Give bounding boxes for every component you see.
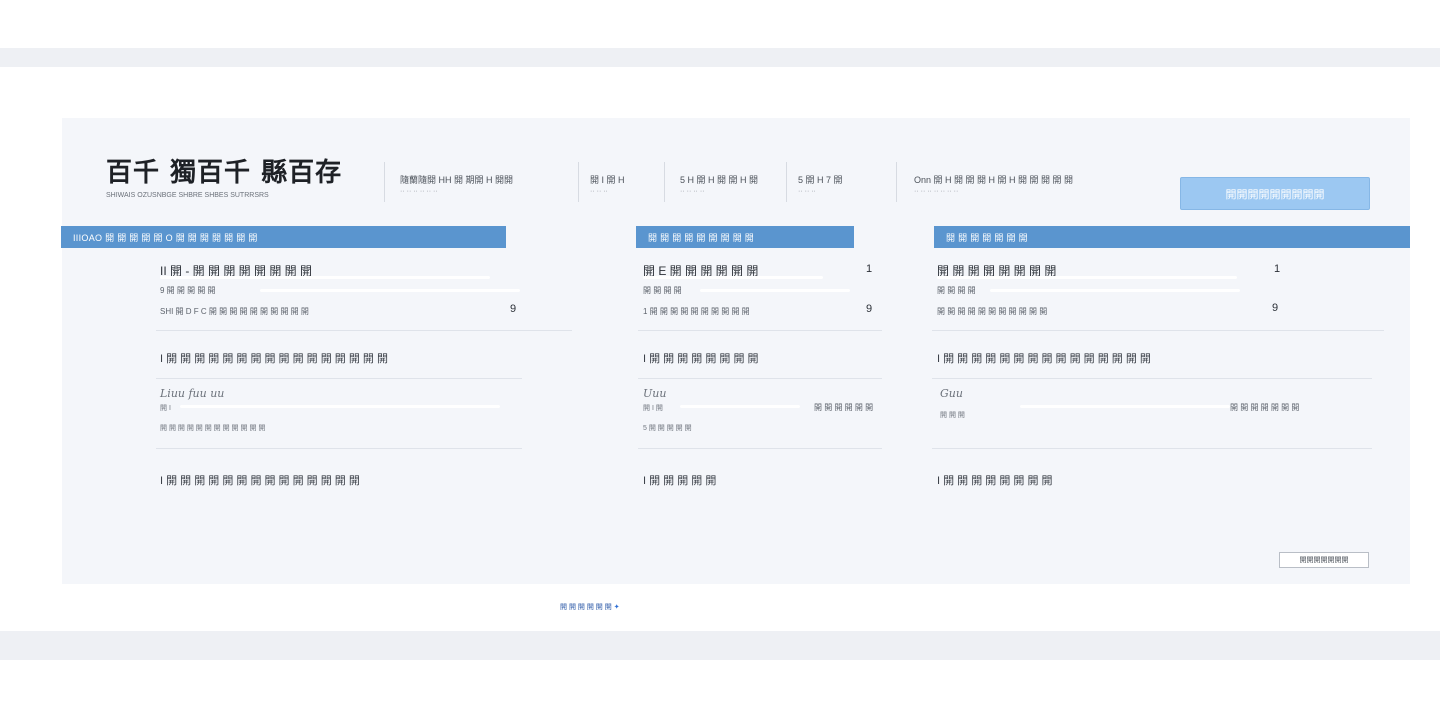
meta-item-1: 隨蘭隨開 HH 開 期開 H 開開 ·· ·· ·· ·· ·· ·· <box>400 174 513 198</box>
divider <box>156 330 572 331</box>
meta-subline: ·· ·· ·· <box>590 188 608 195</box>
record-count: 1 <box>1274 263 1281 275</box>
divider <box>932 448 1372 449</box>
meta-subline: ·· ·· ·· ·· <box>680 188 705 195</box>
record-detail: 開 開 開 開 <box>937 286 976 295</box>
record-value: 9 <box>510 303 517 315</box>
column-header-2: 開 開 開 開 開 開 開 開 開 <box>636 226 854 248</box>
divider <box>156 448 522 449</box>
section-heading: I 開 開 開 開 開 <box>643 475 717 487</box>
signature: Uuu <box>643 387 667 400</box>
signature-detail: 開 開 開 開 開 開 開 開 開 開 開 開 <box>160 425 266 432</box>
column-header-1: IIIOAO 開 開 開 開 開 O 開 開 開 開 開 開 開 <box>61 226 506 248</box>
record-value: 9 <box>1272 302 1279 314</box>
meta-line: 開 I 開 H <box>590 175 625 185</box>
footer-button[interactable]: 開開開開開開開 <box>1279 552 1369 568</box>
meta-subline: ·· ·· ·· <box>798 188 816 195</box>
progress-track <box>937 276 1237 279</box>
record-detail: 9 開 開 開 開 開 <box>160 286 216 295</box>
signature-value: 開 開 開 開 開 開 <box>814 403 874 412</box>
logo-subtitle: SHIWAIS OZUSNBGE SHBRE SHBES SUTRRSRS <box>106 191 269 199</box>
progress-track <box>990 289 1240 292</box>
logo: 百千 獨百千 縣百存 SHIWAIS OZUSNBGE SHBRE SHBES … <box>106 150 386 200</box>
meta-line: 5 開 H 7 開 <box>798 175 843 185</box>
logo-text: 百千 獨百千 縣百存 <box>106 157 343 188</box>
divider <box>638 330 882 331</box>
column-header-3: 開 開 開 開 開 開 開 <box>934 226 1410 248</box>
signature-line: 開 開 開 <box>940 412 965 419</box>
section-heading: I 開 開 開 開 開 開 開 開 開 開 開 開 開 開 開 開 <box>160 353 388 365</box>
meta-subline: ·· ·· ·· ·· ·· ·· <box>400 188 438 195</box>
divider <box>664 162 665 202</box>
record-detail: 開 開 開 開 <box>643 286 682 295</box>
progress-track <box>180 405 500 408</box>
meta-item-5: Onn 開 H 開 開 開 H 開 H 開 開 開 開 開 ·· ·· ·· ·… <box>914 174 1073 198</box>
progress-track <box>1020 405 1230 408</box>
progress-track <box>700 289 850 292</box>
signature-line: 開 I 開 <box>643 405 663 412</box>
bottom-band <box>0 631 1440 660</box>
signature: Liuu fuu uu <box>160 387 225 400</box>
brand-icon: ✦ <box>613 604 620 611</box>
meta-line: Onn 開 H 開 開 開 H 開 H 開 開 開 開 開 <box>914 175 1074 185</box>
signature-line: 開 I <box>160 405 171 412</box>
divider <box>156 378 522 379</box>
section-heading: I 開 開 開 開 開 開 開 開 <box>937 475 1053 487</box>
section-heading: I 開 開 開 開 開 開 開 開 開 開 開 開 開 開 開 <box>937 353 1151 365</box>
divider <box>932 330 1384 331</box>
record-detail: 開 開 開 開 開 開 開 開 開 開 開 <box>937 307 1048 316</box>
divider <box>384 162 385 202</box>
meta-item-3: 5 H 開 H 開 開 H 開 ·· ·· ·· ·· <box>680 174 758 198</box>
divider <box>578 162 579 202</box>
record-count: 1 <box>866 263 873 275</box>
signature-detail: 5 開 開 開 開 開 <box>643 425 692 432</box>
meta-line: 5 H 開 H 開 開 H 開 <box>680 175 759 185</box>
progress-track <box>680 405 800 408</box>
top-band <box>0 48 1440 67</box>
progress-track <box>643 276 823 279</box>
section-heading: I 開 開 開 開 開 開 開 開 <box>643 353 759 365</box>
record-detail: SHI 開 D F C 開 開 開 開 開 開 開 開 開 開 <box>160 307 309 316</box>
progress-track <box>260 289 520 292</box>
divider <box>638 378 882 379</box>
primary-action-button[interactable]: 開開開開開開開開開 <box>1180 177 1370 210</box>
meta-item-4: 5 開 H 7 開 ·· ·· ·· <box>798 174 843 198</box>
meta-subline: ·· ·· ·· ·· ·· ·· ·· <box>914 188 959 195</box>
section-heading: I 開 開 開 開 開 開 開 開 開 開 開 開 開 開 <box>160 475 360 487</box>
divider <box>786 162 787 202</box>
divider <box>638 448 882 449</box>
record-value: 9 <box>866 303 873 315</box>
signature-value: 開 開 開 開 開 開 開 <box>1230 403 1300 412</box>
divider <box>932 378 1372 379</box>
meta-line: 隨蘭隨開 HH 開 期開 H 開開 <box>400 175 514 185</box>
divider <box>896 162 897 202</box>
footer-link[interactable]: 開 開 開 開 開 開 ✦ <box>560 602 620 612</box>
record-detail: 1 開 開 開 開 開 開 開 開 開 開 <box>643 307 750 316</box>
meta-item-2: 開 I 開 H ·· ·· ·· <box>590 174 625 198</box>
footer-link-text[interactable]: 開 開 開 開 開 開 <box>560 604 612 611</box>
signature: Guu <box>940 387 963 400</box>
progress-track <box>160 276 490 279</box>
